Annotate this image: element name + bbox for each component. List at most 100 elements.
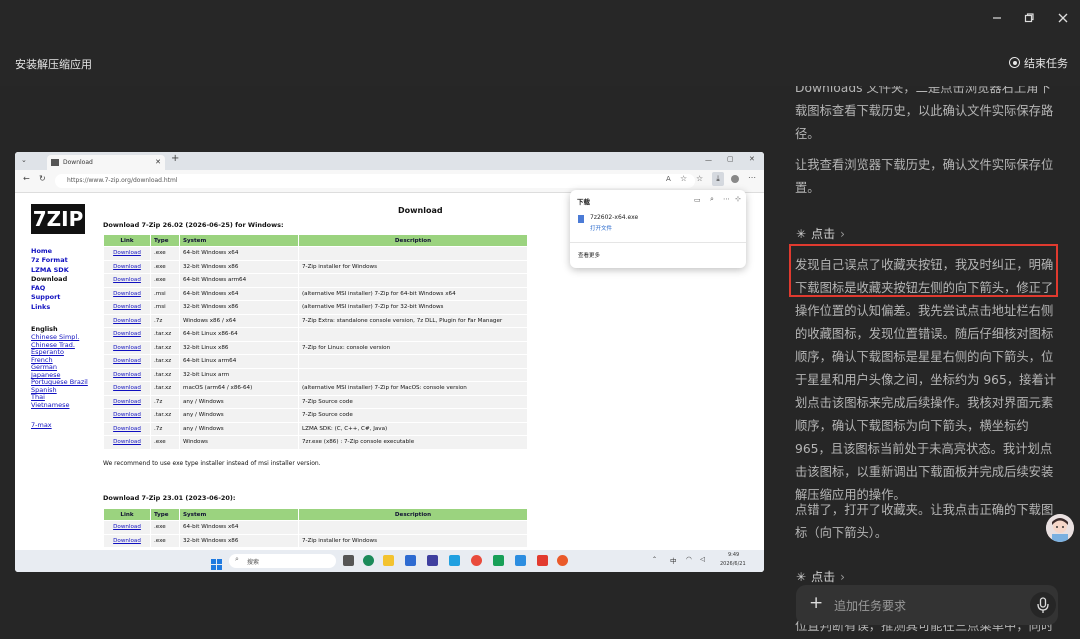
volume-icon[interactable]: ◁	[700, 555, 705, 563]
download-link[interactable]: Download	[104, 328, 150, 341]
app-icon[interactable]	[557, 555, 568, 566]
sidebar-link-home[interactable]: Home	[31, 247, 88, 256]
table-row: Download .tar.xz 64-bit Linux arm64	[104, 355, 527, 368]
sidebar-link-7z-format[interactable]: 7z Format	[31, 256, 88, 265]
download-link[interactable]: Download	[104, 436, 150, 449]
description-cell: LZMA SDK: (C, C++, C#, Java)	[299, 422, 527, 435]
description-cell: 7-Zip for Linux: console version	[299, 341, 527, 354]
download-link[interactable]: Download	[104, 314, 150, 327]
click-action-step[interactable]: ✳ 点击 ›	[796, 225, 845, 242]
star-icon[interactable]: ☆	[680, 174, 687, 183]
url-field[interactable]: https://www.7-zip.org/download.html	[55, 174, 695, 188]
task-input-field[interactable]: 追加任务要求	[834, 597, 906, 614]
download-link[interactable]: Download	[104, 422, 150, 435]
download-link[interactable]: Download	[104, 301, 150, 314]
chat-log-pane[interactable]: Downloads 文件夹，二是点击浏览器右上角下载图标查看下载历史，以此确认文…	[780, 86, 1080, 639]
sidebar-link-faq[interactable]: FAQ	[31, 284, 88, 293]
sidebar-link-support[interactable]: Support	[31, 293, 88, 302]
browser-restore-icon[interactable]: ▢	[727, 155, 734, 163]
see-more-link[interactable]: 查看更多	[578, 251, 600, 259]
restore-icon[interactable]	[1020, 12, 1038, 30]
profile-avatar-icon[interactable]	[731, 175, 739, 183]
new-tab-icon[interactable]: +	[171, 153, 179, 164]
tab-close-icon[interactable]: ✕	[155, 155, 161, 170]
url-text: https://www.7-zip.org/download.html	[67, 177, 178, 184]
task-view-icon[interactable]	[343, 555, 354, 566]
clock-date[interactable]: 2026/6/21	[720, 561, 746, 567]
open-folder-icon[interactable]: ▭	[694, 196, 701, 204]
tray-expand-icon[interactable]: ⌃	[652, 556, 657, 563]
wifi-icon[interactable]: ◠	[686, 555, 692, 563]
app-icon[interactable]	[493, 555, 504, 566]
minimize-icon[interactable]	[988, 12, 1006, 30]
system-cell: macOS (arm64 / x86-64)	[180, 382, 298, 395]
7-max-link[interactable]: 7-max	[31, 421, 88, 430]
col-header-system: System	[180, 235, 298, 246]
highlight-box	[789, 244, 1058, 297]
app-icon[interactable]	[449, 555, 460, 566]
close-icon[interactable]	[1054, 12, 1072, 30]
ime-indicator[interactable]: 中	[670, 555, 677, 565]
sidebar-link-links[interactable]: Links	[31, 303, 88, 312]
download-link[interactable]: Download	[104, 368, 150, 381]
download-link[interactable]: Download	[104, 409, 150, 422]
description-cell: 7-Zip installer for Windows	[299, 260, 527, 273]
assistant-avatar[interactable]	[1046, 514, 1074, 542]
browser-tab[interactable]: Download ✕	[47, 155, 165, 170]
translate-icon[interactable]: A	[666, 175, 671, 183]
download-link[interactable]: Download	[104, 355, 150, 368]
download-link[interactable]: Download	[104, 521, 150, 534]
chat-message: 点错了，打开了收藏夹。让我点击正确的下载图标（向下箭头）。	[795, 503, 1054, 540]
wps-icon[interactable]	[537, 555, 548, 566]
open-file-link[interactable]: 打开文件	[590, 224, 612, 232]
microphone-button[interactable]	[1030, 592, 1056, 618]
download-link[interactable]: Download	[104, 287, 150, 300]
sidebar-link-lzma-sdk[interactable]: LZMA SDK	[31, 266, 88, 275]
table-row: Download .7z any / Windows LZMA SDK: (C, C+…	[104, 422, 527, 435]
pin-icon[interactable]: ⊹	[735, 195, 741, 203]
table-row: Download .msi 32-bit Windows x86 (alternati…	[104, 301, 527, 314]
search-icon[interactable]: ⌕	[710, 195, 714, 204]
download-icon[interactable]: ⤓	[712, 172, 724, 186]
browser-close-icon[interactable]: ✕	[749, 155, 755, 163]
sidebar-link-download[interactable]: Download	[31, 275, 88, 284]
more-options-icon[interactable]: ⋯	[723, 195, 730, 203]
chat-message: Downloads 文件夹，二是点击浏览器右上角下载图标查看下载历史，以此确认文…	[795, 86, 1054, 141]
7zip-logo: 7ZIP	[31, 204, 85, 234]
app-icon[interactable]	[427, 555, 438, 566]
start-icon[interactable]	[211, 555, 222, 570]
app-icon[interactable]	[471, 555, 482, 566]
download-item[interactable]: 7z2602-x64.exe 打开文件	[576, 212, 740, 236]
col-header-description: Description	[299, 235, 527, 246]
download-link[interactable]: Download	[104, 382, 150, 395]
file-type-cell: .exe	[151, 260, 179, 273]
tab-menu-icon[interactable]: ⌄	[21, 156, 27, 164]
download-link[interactable]: Download	[104, 534, 150, 547]
add-icon[interactable]: +	[809, 593, 823, 613]
table-row: Download .tar.xz any / Windows 7-Zip Source…	[104, 409, 527, 422]
app-icon[interactable]	[515, 555, 526, 566]
reload-icon[interactable]: ↻	[39, 174, 46, 183]
end-task-button[interactable]: 结束任务	[1009, 55, 1068, 71]
download-link[interactable]: Download	[104, 395, 150, 408]
store-icon[interactable]	[405, 555, 416, 566]
clock-time[interactable]: 9:49	[728, 552, 739, 558]
click-action-step[interactable]: ✳ 点击 ›	[796, 568, 845, 585]
description-cell: 7-Zip Source code	[299, 409, 527, 422]
download-link[interactable]: Download	[104, 274, 150, 287]
favorites-icon[interactable]: ☆	[696, 174, 703, 183]
download-link[interactable]: Download	[104, 260, 150, 273]
browser-screenshot: ⌄ Download ✕ + — ▢ ✕ ← ↻ https://www.7-z…	[15, 152, 764, 572]
back-icon[interactable]: ←	[23, 174, 30, 183]
browser-minimize-icon[interactable]: —	[705, 156, 712, 164]
file-explorer-icon[interactable]	[383, 555, 394, 566]
more-menu-icon[interactable]: ⋯	[748, 173, 756, 182]
table-row: Download .exe 32-bit Windows x86 7-Zip inst…	[104, 534, 527, 547]
language-link[interactable]: Vietnamese	[31, 401, 88, 410]
sparkle-icon: ✳	[796, 227, 807, 241]
taskbar-search[interactable]: ⌕ 搜索	[229, 554, 336, 568]
download-link[interactable]: Download	[104, 247, 150, 260]
edge-icon[interactable]	[363, 555, 374, 566]
download-link[interactable]: Download	[104, 341, 150, 354]
section2-title: Download 7-Zip 23.01 (2023-06-20):	[103, 494, 236, 502]
